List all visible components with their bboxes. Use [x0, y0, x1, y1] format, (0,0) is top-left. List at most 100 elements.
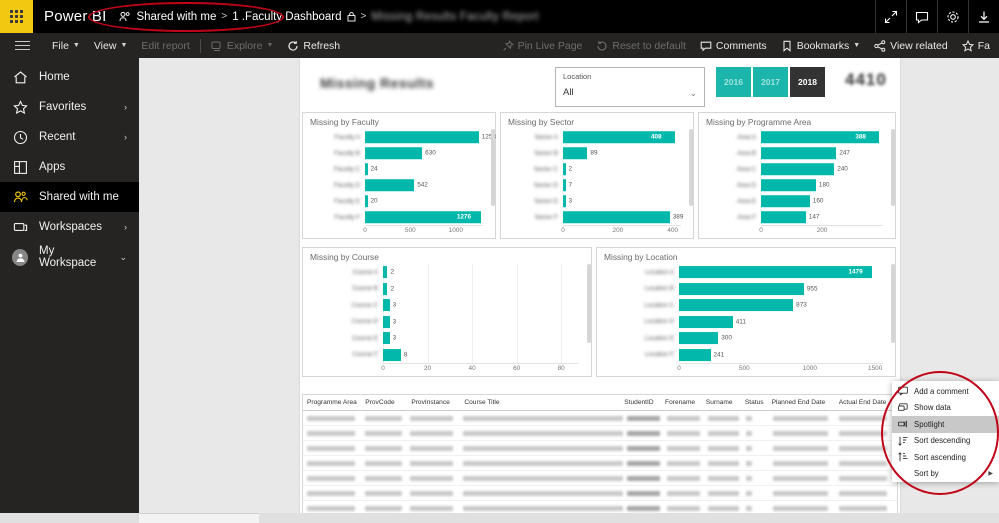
chart-bar-row[interactable]: Sector D 7 — [501, 177, 695, 193]
chart-bar[interactable] — [761, 163, 835, 175]
chart-vertical-scrollbar[interactable] — [587, 264, 591, 344]
chart-bar[interactable] — [563, 147, 588, 159]
year-button-2018[interactable]: 2018 — [790, 67, 825, 97]
settings-gear-icon[interactable] — [937, 0, 968, 33]
table-column-header[interactable]: Course Title — [464, 399, 624, 406]
sidebar-item-my-workspace[interactable]: My Workspace ⌄ — [0, 242, 139, 272]
menu-refresh[interactable]: Refresh — [280, 33, 347, 58]
chart-bar[interactable] — [563, 163, 566, 175]
chart-bar-row[interactable]: Sector E 3 — [501, 193, 695, 209]
feedback-icon[interactable] — [906, 0, 937, 33]
chart-bar-row[interactable]: Location A 1479 — [597, 264, 897, 281]
chart-bar-row[interactable]: Area D 180 — [699, 177, 897, 193]
sidebar-item-shared-with-me[interactable]: Shared with me — [0, 182, 139, 212]
chart-bar-row[interactable]: Sector A 408 — [501, 129, 695, 145]
chart-bar-row[interactable]: Area A 388 — [699, 129, 897, 145]
chart-bar[interactable] — [383, 282, 388, 295]
chart-bar[interactable] — [761, 211, 806, 223]
visual-context-menu[interactable]: Add a comment Show data Spotlight Sort desc… — [892, 381, 999, 482]
chart-vertical-scrollbar[interactable] — [689, 129, 693, 206]
chart-bar-row[interactable]: Sector F 389 — [501, 209, 695, 225]
chart-bar[interactable] — [365, 179, 415, 191]
table-column-header[interactable]: Forename — [665, 399, 706, 406]
breadcrumb-report[interactable]: Missing Results Faculty Report — [371, 11, 539, 23]
table-row[interactable] — [303, 456, 897, 471]
chart-bar-row[interactable]: Location E 300 — [597, 330, 897, 347]
bookmarks-button[interactable]: Bookmarks ▼ — [774, 33, 867, 58]
chart-bar[interactable] — [365, 195, 368, 207]
chart-tile-missing-by-faculty[interactable]: Missing by Faculty Faculty A 1253 Faculty … — [302, 112, 496, 239]
chart-bar[interactable] — [383, 266, 388, 279]
page-tab-bar[interactable] — [139, 513, 259, 523]
chart-bar[interactable] — [365, 147, 423, 159]
context-menu-item-sort-by[interactable]: Sort by ▶ — [892, 466, 999, 483]
download-icon[interactable] — [968, 0, 999, 33]
table-column-header[interactable]: ProvInstance — [411, 399, 464, 406]
chart-bar[interactable] — [761, 179, 816, 191]
hamburger-menu-icon[interactable] — [0, 33, 45, 58]
chart-bar-row[interactable]: Area F 147 — [699, 209, 897, 225]
chart-bar-row[interactable]: Course E 3 — [303, 330, 593, 347]
table-row[interactable] — [303, 486, 897, 501]
table-column-header[interactable]: Planned End Date — [772, 399, 839, 406]
menu-file[interactable]: File ▼ — [45, 33, 87, 58]
chart-bar[interactable] — [365, 131, 479, 143]
chart-bar[interactable] — [761, 195, 810, 207]
chart-bar-row[interactable]: Area B 247 — [699, 145, 897, 161]
context-menu-item-sort-ascending[interactable]: Sort ascending — [892, 449, 999, 466]
chart-bar[interactable] — [679, 348, 711, 361]
chart-bar[interactable] — [563, 211, 670, 223]
chart-bar[interactable] — [563, 195, 566, 207]
chart-tile-missing-by-location[interactable]: Missing by Location Location A 1479 Locati… — [596, 247, 896, 377]
chart-bar[interactable] — [679, 266, 873, 279]
sidebar-item-workspaces[interactable]: Workspaces › — [0, 212, 139, 242]
year-button-2017[interactable]: 2017 — [753, 67, 788, 97]
chart-bar-row[interactable]: Area E 160 — [699, 193, 897, 209]
table-column-header[interactable]: Actual End Date — [839, 399, 897, 406]
chart-bar-row[interactable]: Course D 3 — [303, 314, 593, 331]
context-menu-item-show-data[interactable]: Show data — [892, 400, 999, 417]
table-row[interactable] — [303, 411, 897, 426]
chart-bar[interactable] — [679, 282, 804, 295]
chart-bar-row[interactable]: Faculty A 1253 — [303, 129, 497, 145]
table-column-header[interactable]: Status — [745, 399, 772, 406]
chart-bar-row[interactable]: Faculty D 542 — [303, 177, 497, 193]
chart-bar-row[interactable]: Faculty C 24 — [303, 161, 497, 177]
chart-bar[interactable] — [383, 299, 390, 312]
sidebar-item-home[interactable]: Home — [0, 62, 139, 92]
chart-bar-row[interactable]: Sector C 2 — [501, 161, 695, 177]
chart-bar[interactable] — [383, 332, 390, 345]
expand-icon[interactable] — [875, 0, 906, 33]
chart-bar-row[interactable]: Course C 3 — [303, 297, 593, 314]
chart-bar-row[interactable]: Course A 2 — [303, 264, 593, 281]
favorite-button[interactable]: Fa — [955, 33, 997, 58]
chart-bar-row[interactable]: Course B 2 — [303, 281, 593, 298]
sidebar-item-recent[interactable]: Recent › — [0, 122, 139, 152]
chart-tile-missing-by-course[interactable]: Missing by Course Course A 2 Course B 2 Cour… — [302, 247, 592, 377]
chevron-down-icon[interactable]: ⌄ — [689, 88, 697, 99]
chart-tile-missing-by-programme-area[interactable]: Missing by Programme Area Area A 388 Area … — [698, 112, 896, 239]
context-menu-item-add-a-comment[interactable]: Add a comment — [892, 383, 999, 400]
table-column-header[interactable]: ProvCode — [365, 399, 411, 406]
year-button-2016[interactable]: 2016 — [716, 67, 751, 97]
chart-bar-row[interactable]: Location D 411 — [597, 314, 897, 331]
waffle-menu-button[interactable] — [0, 0, 33, 33]
chart-bar-row[interactable]: Faculty F 1276 — [303, 209, 497, 225]
table-row[interactable] — [303, 441, 897, 456]
chart-vertical-scrollbar[interactable] — [891, 129, 895, 206]
chart-bar[interactable] — [679, 315, 733, 328]
sidebar-item-favorites[interactable]: Favorites › — [0, 92, 139, 122]
chart-bar[interactable] — [679, 332, 719, 345]
powerbi-brand[interactable]: Power BI — [44, 8, 106, 25]
chart-vertical-scrollbar[interactable] — [891, 264, 895, 344]
table-column-header[interactable]: Programme Area — [307, 399, 365, 406]
sidebar-item-apps[interactable]: Apps — [0, 152, 139, 182]
chart-vertical-scrollbar[interactable] — [491, 129, 495, 206]
chart-bar[interactable] — [365, 163, 368, 175]
chart-bar[interactable] — [383, 315, 390, 328]
context-menu-item-spotlight[interactable]: Spotlight — [892, 416, 999, 433]
chart-bar-row[interactable]: Area C 240 — [699, 161, 897, 177]
menu-view[interactable]: View ▼ — [87, 33, 135, 58]
chart-bar-row[interactable]: Sector B 89 — [501, 145, 695, 161]
table-row[interactable] — [303, 471, 897, 486]
